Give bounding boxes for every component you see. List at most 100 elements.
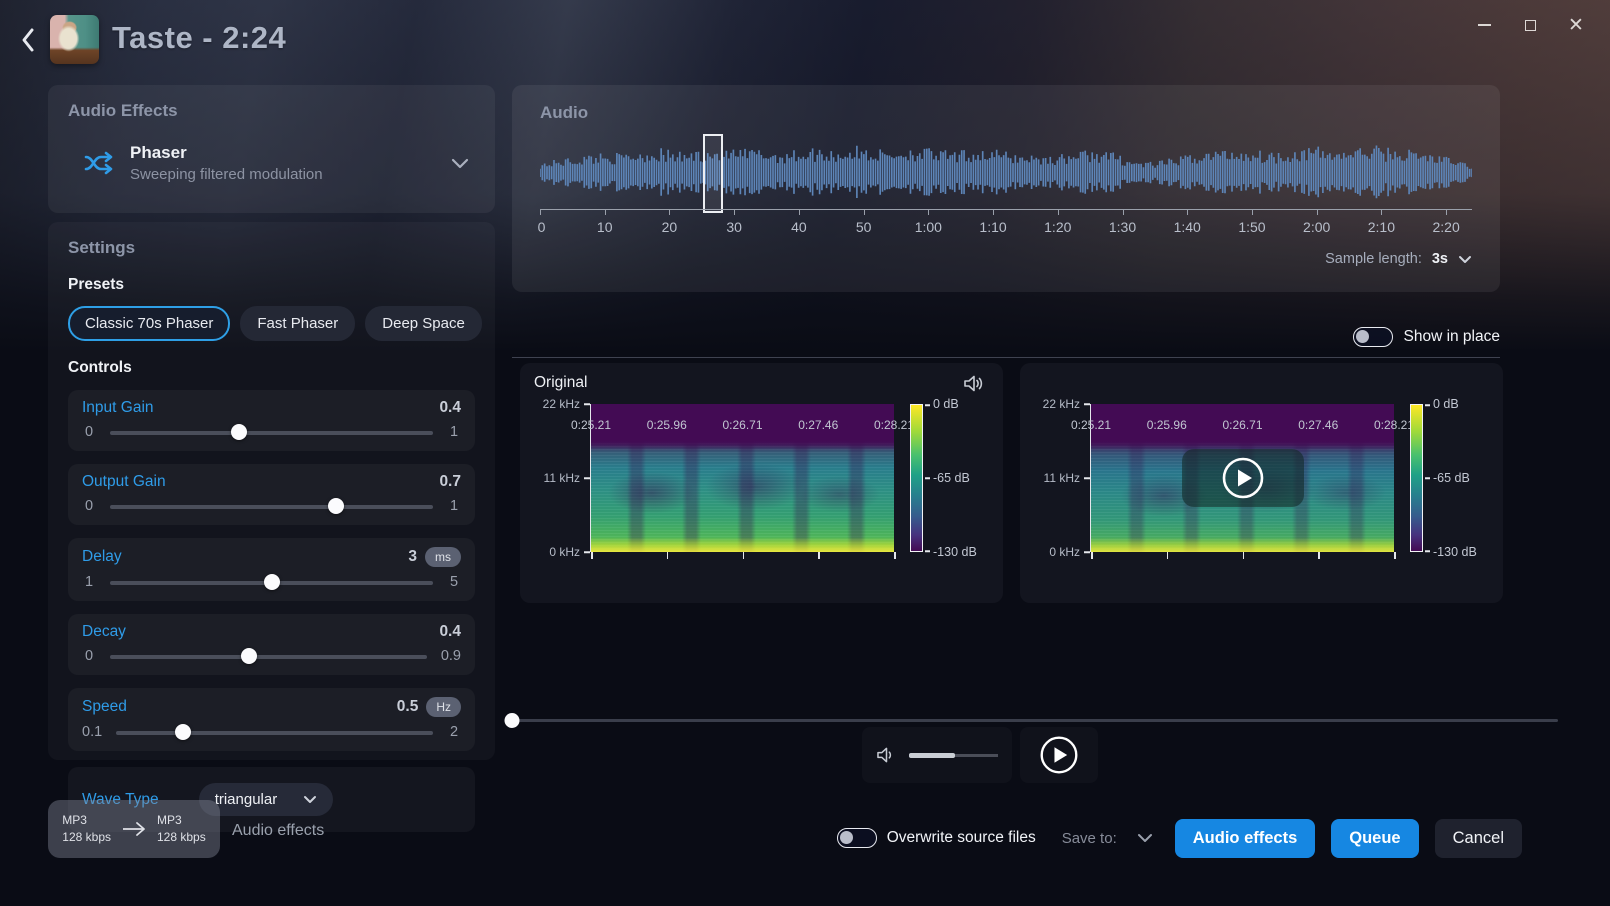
axis-tick-label: 2:20 <box>1432 219 1459 235</box>
chevron-down-icon[interactable] <box>1458 255 1472 264</box>
time-tick <box>1394 552 1396 559</box>
audio-panel: Audio 010203040501:001:101:201:301:401:5… <box>512 85 1500 292</box>
slider-label: Input Gain <box>82 399 154 417</box>
slider-thumb[interactable] <box>328 498 344 514</box>
show-in-place-toggle[interactable] <box>1353 327 1393 347</box>
chevron-down-icon <box>303 795 317 804</box>
audio-effects-button[interactable]: Audio effects <box>1175 819 1316 858</box>
axis-tick <box>605 210 606 215</box>
slider-value: 0.5 <box>397 698 419 716</box>
album-art <box>50 15 99 64</box>
slider-track[interactable] <box>110 573 433 591</box>
play-icon <box>1221 456 1265 500</box>
cancel-button[interactable]: Cancel <box>1435 819 1522 858</box>
sample-length-row: Sample length: 3s <box>540 251 1472 267</box>
slider-label: Speed <box>82 698 127 716</box>
spectrogram-title: Original <box>534 374 587 392</box>
play-icon <box>1039 735 1079 775</box>
time-label: 0:25.96 <box>647 418 687 432</box>
waveform[interactable] <box>540 139 1472 207</box>
slider-row: 00.9 <box>82 647 461 665</box>
preset-fast-phaser[interactable]: Fast Phaser <box>240 306 355 341</box>
axis-tick-label: 20 <box>662 219 678 235</box>
colorbar-label: -130 dB <box>933 545 977 559</box>
slider-min: 0.1 <box>82 724 102 740</box>
axis-tick <box>864 210 865 215</box>
close-button[interactable]: ✕ <box>1562 12 1590 38</box>
slider-max: 1 <box>447 424 461 440</box>
frequency-label: 0 kHz <box>1049 545 1080 559</box>
time-tick <box>894 552 896 559</box>
time-label: 0:25.21 <box>571 418 611 432</box>
controls-label: Controls <box>68 359 475 377</box>
volume-slider[interactable] <box>909 748 998 762</box>
time-labels: 0:25.210:25.960:26.710:27.460:28.21 <box>1091 414 1394 440</box>
axis-tick-label: 1:20 <box>1044 219 1071 235</box>
time-label: 0:25.21 <box>1071 418 1111 432</box>
slider-thumb[interactable] <box>175 724 191 740</box>
target-format: MP3 128 kbps <box>157 812 206 847</box>
mute-button[interactable] <box>963 374 985 398</box>
preset-deep-space[interactable]: Deep Space <box>365 306 482 341</box>
slider-row: 15 <box>82 573 461 591</box>
track-line <box>116 731 433 735</box>
time-labels: 0:25.210:25.960:26.710:27.460:28.21 <box>591 414 894 440</box>
preset-classic-70s-phaser[interactable]: Classic 70s Phaser <box>68 306 230 341</box>
slider-track[interactable] <box>110 647 427 665</box>
progress-thumb[interactable] <box>505 713 520 728</box>
axis-tick-label: 30 <box>726 219 742 235</box>
slider-max: 1 <box>447 498 461 514</box>
save-to-label: Save to: <box>1062 830 1117 847</box>
spectrogram-plot-processed: 0:25.210:25.960:26.710:27.460:28.21 <box>1090 404 1394 552</box>
colorbar-label: 0 dB <box>933 397 959 411</box>
slider-track[interactable] <box>116 723 433 741</box>
slider-track[interactable] <box>110 423 433 441</box>
back-button[interactable] <box>14 26 42 54</box>
play-button[interactable] <box>1020 727 1098 783</box>
time-label: 0:26.71 <box>1222 418 1262 432</box>
time-label: 0:28.21 <box>1374 418 1414 432</box>
overwrite-toggle[interactable] <box>837 828 877 848</box>
axis-tick <box>799 210 800 215</box>
slider-track[interactable] <box>110 497 433 515</box>
colorbar-labels: 0 dB-65 dB-130 dB <box>1433 404 1489 552</box>
time-tick <box>1318 552 1320 559</box>
waveform-path <box>540 146 1472 199</box>
axis-tick <box>1123 210 1124 215</box>
slider-thumb[interactable] <box>231 424 247 440</box>
time-label: 0:25.96 <box>1147 418 1187 432</box>
axis-tick-label: 1:10 <box>979 219 1006 235</box>
slider-header: Output Gain0.7 <box>82 473 461 491</box>
slider-label: Decay <box>82 623 126 641</box>
queue-button[interactable]: Queue <box>1331 819 1418 858</box>
track-line <box>110 655 427 659</box>
slider-thumb[interactable] <box>241 648 257 664</box>
colorbar-tick <box>1425 404 1430 406</box>
colorbar-tick <box>925 404 930 406</box>
chevron-down-icon[interactable] <box>1137 833 1153 843</box>
volume-icon[interactable] <box>876 746 897 764</box>
slider-value: 0.7 <box>439 473 461 491</box>
minimize-button[interactable] <box>1470 12 1498 38</box>
effect-description: Sweeping filtered modulation <box>130 166 323 183</box>
maximize-button[interactable] <box>1516 12 1544 38</box>
slider-max: 2 <box>447 724 461 740</box>
preview-play-button[interactable] <box>1182 449 1304 507</box>
window-controls: ✕ <box>1470 12 1590 38</box>
divider <box>512 357 1500 358</box>
player-controls <box>862 727 1098 783</box>
sample-selection-handle[interactable] <box>703 134 722 213</box>
source-format: MP3 128 kbps <box>62 812 111 847</box>
slider-thumb[interactable] <box>264 574 280 590</box>
colorbar-labels: 0 dB-65 dB-130 dB <box>933 404 989 552</box>
sample-length-value[interactable]: 3s <box>1432 251 1448 267</box>
colorbar-label: -130 dB <box>1433 545 1477 559</box>
settings-title: Settings <box>68 238 475 258</box>
effect-selector[interactable]: Phaser Sweeping filtered modulation <box>68 143 475 183</box>
slider-header: Decay0.4 <box>82 623 461 641</box>
colorbar-tick <box>925 477 930 479</box>
slider-min: 1 <box>82 574 96 590</box>
title-bar: Taste - 2:24 ✕ <box>0 0 1610 80</box>
slider-max: 5 <box>447 574 461 590</box>
show-in-place-row: Show in place <box>512 322 1500 352</box>
